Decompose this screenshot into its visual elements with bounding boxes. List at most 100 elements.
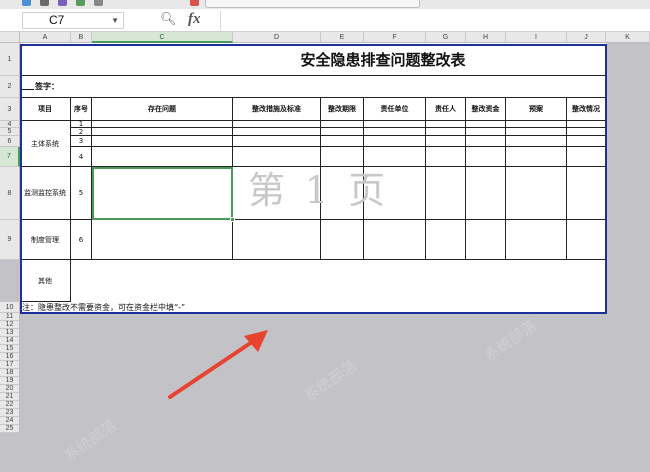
magnify-icon[interactable]: 🔍︎	[160, 12, 177, 27]
column-header-g[interactable]: G	[426, 32, 466, 43]
serial-cell[interactable]: 5	[71, 167, 92, 220]
row-header-21[interactable]: 21	[0, 393, 20, 401]
row-header-15[interactable]: 15	[0, 345, 20, 353]
table-cell[interactable]	[426, 220, 466, 260]
table-cell[interactable]	[364, 220, 426, 260]
table-cell[interactable]	[567, 121, 606, 128]
chevron-down-icon[interactable]: ▼	[111, 13, 119, 28]
footnote[interactable]: 注：隐患整改不需要资金，可在资金栏中填“-”	[22, 302, 606, 313]
serial-cell[interactable]: 4	[71, 147, 92, 167]
document-tab[interactable]	[205, 0, 420, 8]
table-cell[interactable]	[466, 136, 506, 147]
header-cell[interactable]: 责任人	[426, 98, 466, 121]
row-header-10[interactable]: 10	[0, 302, 20, 313]
header-cell[interactable]: 整改资金	[466, 98, 506, 121]
table-cell[interactable]	[506, 136, 567, 147]
table-cell[interactable]	[92, 128, 233, 136]
save-icon[interactable]	[40, 0, 49, 6]
table-cell[interactable]	[92, 220, 233, 260]
table-cell[interactable]	[364, 167, 426, 220]
row-header-19[interactable]: 19	[0, 377, 20, 385]
table-cell[interactable]	[321, 220, 364, 260]
table-cell[interactable]	[426, 136, 466, 147]
table-cell[interactable]	[92, 147, 233, 167]
project-cell[interactable]: 主体系统	[20, 121, 71, 167]
column-header-k[interactable]: K	[606, 32, 650, 43]
table-cell[interactable]	[233, 128, 321, 136]
header-cell[interactable]: 整改措施及标准	[233, 98, 321, 121]
row-header-18[interactable]: 18	[0, 369, 20, 377]
table-cell[interactable]	[506, 128, 567, 136]
table-cell[interactable]	[506, 167, 567, 220]
row-header-7[interactable]: 7	[0, 147, 20, 167]
row-header-8[interactable]: 8	[0, 167, 20, 220]
row-header-11[interactable]: 11	[0, 313, 20, 321]
column-header-i[interactable]: I	[506, 32, 567, 43]
table-cell[interactable]	[567, 136, 606, 147]
table-cell[interactable]	[321, 128, 364, 136]
row-header-20[interactable]: 20	[0, 385, 20, 393]
table-cell[interactable]	[233, 121, 321, 128]
row-header-23[interactable]: 23	[0, 409, 20, 417]
table-cell[interactable]	[466, 147, 506, 167]
table-cell[interactable]	[321, 147, 364, 167]
app-icon[interactable]	[22, 0, 31, 6]
undo-icon[interactable]	[94, 0, 103, 6]
header-cell[interactable]: 序号	[71, 98, 92, 121]
column-header-b[interactable]: B	[71, 32, 92, 43]
table-cell[interactable]	[321, 167, 364, 220]
row-header-12[interactable]: 12	[0, 321, 20, 329]
column-header-j[interactable]: J	[567, 32, 606, 43]
project-cell[interactable]: 其他	[20, 260, 71, 302]
row-header-22[interactable]: 22	[0, 401, 20, 409]
table-cell[interactable]	[567, 147, 606, 167]
header-cell[interactable]: 存在问题	[92, 98, 233, 121]
table-cell[interactable]	[364, 136, 426, 147]
sheet-title[interactable]: 安全隐患排查问题整改表	[20, 43, 606, 76]
table-cell[interactable]	[233, 220, 321, 260]
formula-input[interactable]	[220, 11, 650, 30]
table-cell[interactable]	[567, 167, 606, 220]
row-header-16[interactable]: 16	[0, 353, 20, 361]
row-header-5[interactable]: 5	[0, 128, 20, 136]
table-cell[interactable]	[233, 167, 321, 220]
table-cell[interactable]	[466, 128, 506, 136]
table-cell[interactable]	[466, 220, 506, 260]
table-cell[interactable]	[233, 147, 321, 167]
column-header-h[interactable]: H	[466, 32, 506, 43]
row-header-14[interactable]: 14	[0, 337, 20, 345]
table-cell[interactable]	[506, 121, 567, 128]
row-header-4[interactable]: 4	[0, 121, 20, 128]
table-cell[interactable]	[567, 220, 606, 260]
row-header-13[interactable]: 13	[0, 329, 20, 337]
project-cell[interactable]: 制度管理	[20, 220, 71, 260]
row-header-3[interactable]: 3	[0, 98, 20, 121]
name-box[interactable]: C7 ▼	[22, 12, 124, 29]
table-cell[interactable]	[506, 220, 567, 260]
serial-cell[interactable]: 1	[71, 121, 92, 128]
table-cell[interactable]	[364, 128, 426, 136]
column-header-c[interactable]: C	[92, 32, 233, 43]
print-icon[interactable]	[58, 0, 67, 6]
table-cell[interactable]	[364, 121, 426, 128]
row-header-17[interactable]: 17	[0, 361, 20, 369]
preview-icon[interactable]	[76, 0, 85, 6]
table-cell[interactable]	[466, 121, 506, 128]
row-header-1[interactable]: 1	[0, 43, 20, 76]
row-header-9[interactable]: 9	[0, 220, 20, 260]
row-header-6[interactable]: 6	[0, 136, 20, 147]
table-cell[interactable]	[92, 121, 233, 128]
select-all-corner[interactable]	[0, 32, 20, 43]
fx-button[interactable]: fx	[188, 11, 201, 28]
column-header-f[interactable]: F	[364, 32, 426, 43]
table-cell[interactable]	[92, 136, 233, 147]
table-cell[interactable]	[426, 128, 466, 136]
header-cell[interactable]: 预案	[506, 98, 567, 121]
table-cell[interactable]	[233, 136, 321, 147]
table-cell[interactable]	[321, 136, 364, 147]
serial-cell[interactable]: 2	[71, 128, 92, 136]
column-header-a[interactable]: A	[20, 32, 71, 43]
column-header-d[interactable]: D	[233, 32, 321, 43]
row-header-24[interactable]: 24	[0, 417, 20, 425]
table-cell[interactable]	[426, 167, 466, 220]
